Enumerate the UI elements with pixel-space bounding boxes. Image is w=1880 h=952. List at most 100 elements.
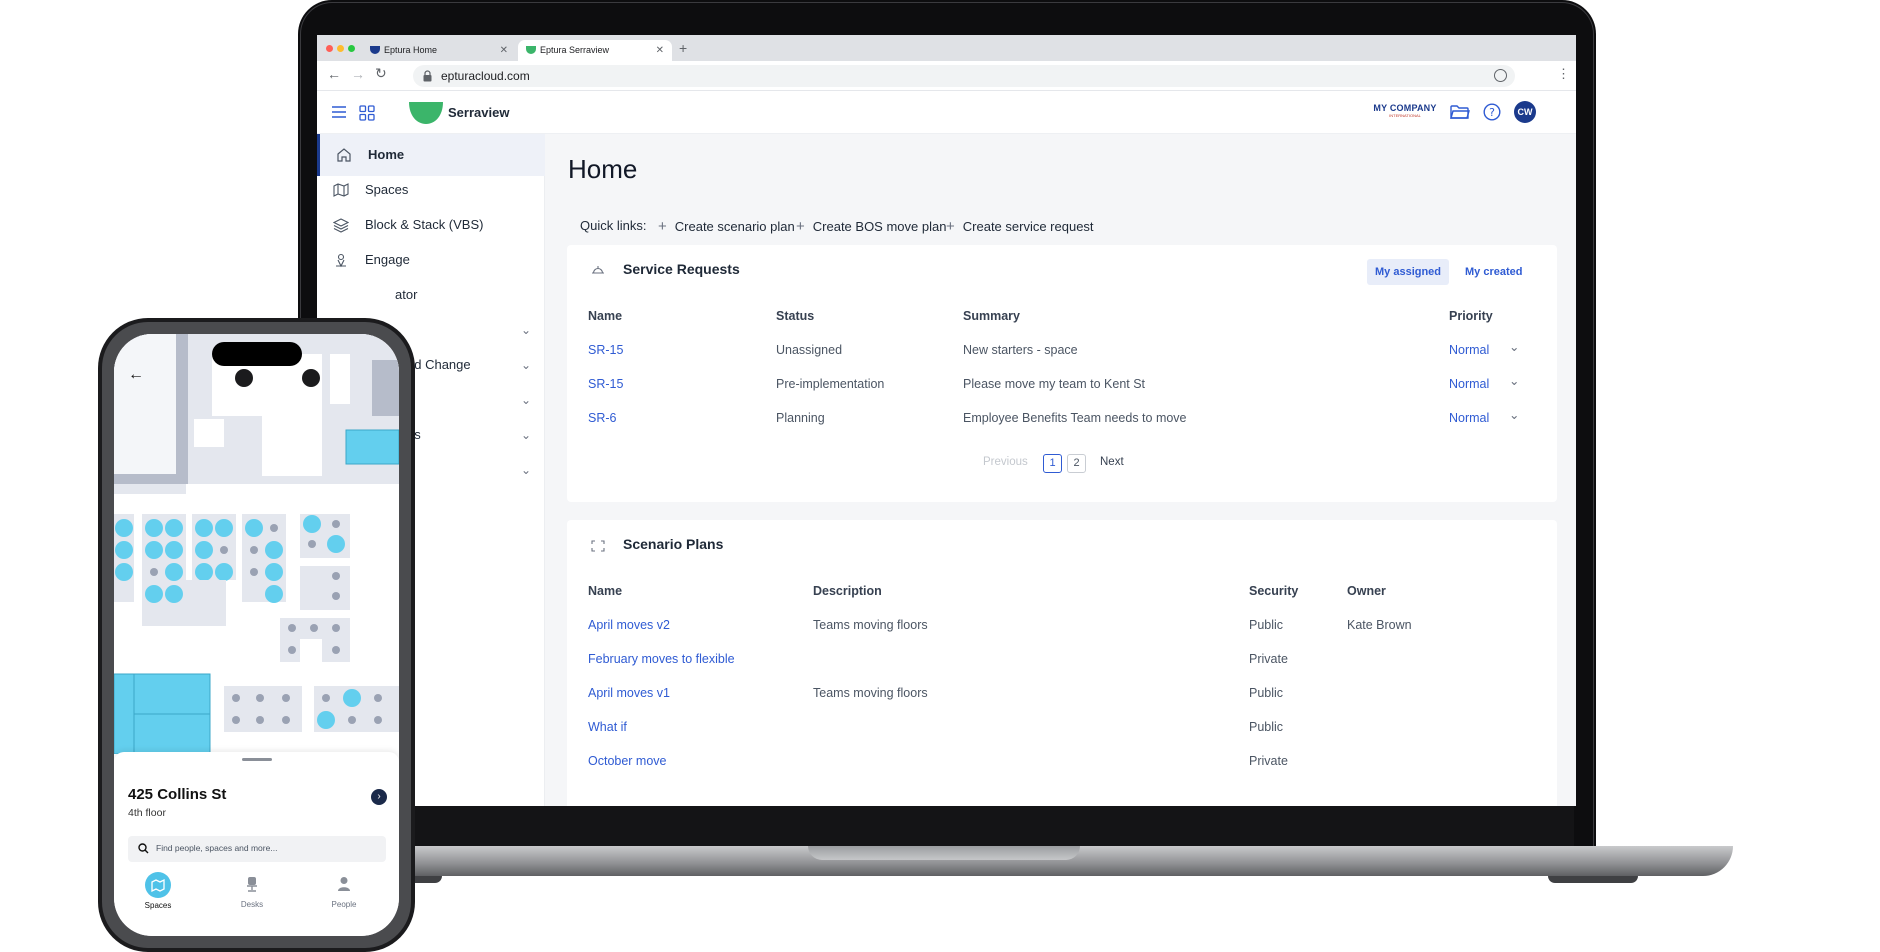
browser-tab-eptura-home[interactable]: Eptura Home ✕	[362, 40, 516, 61]
search-placeholder: Find people, spaces and more...	[156, 843, 278, 853]
scenario-plans-card: Scenario Plans Name Description Security…	[567, 520, 1557, 806]
map-icon	[333, 183, 349, 197]
browser-menu-icon[interactable]: ⋮	[1557, 66, 1570, 82]
scenario-owner: Kate Brown	[1347, 618, 1412, 632]
profile-circle-icon[interactable]	[1494, 69, 1507, 82]
scenario-security: Public	[1249, 720, 1284, 734]
chevron-down-icon[interactable]: ⌄	[1509, 373, 1519, 388]
svg-text:?: ?	[1489, 106, 1495, 119]
request-summary: New starters - space	[963, 343, 1078, 357]
back-arrow-icon[interactable]: ←	[327, 66, 341, 82]
new-tab-icon[interactable]: +	[679, 40, 687, 56]
url-text: epturacloud.com	[441, 69, 530, 83]
quick-link-create-service-request[interactable]: + Create service request	[946, 218, 1094, 235]
phone-screen: ← 425 Collins St 4th floor › Find people…	[114, 334, 399, 936]
nav-desks[interactable]: Desks	[226, 876, 278, 916]
amenity-marker-icon	[235, 369, 253, 387]
layers-icon	[333, 218, 349, 233]
company-logo: MY COMPANY INTERNATIONAL	[1373, 103, 1437, 118]
service-bell-icon	[592, 266, 604, 274]
help-icon[interactable]: ?	[1483, 103, 1501, 121]
browser-address-bar: ← → ↻ epturacloud.com ⋮	[317, 61, 1576, 91]
reload-icon[interactable]: ↻	[375, 65, 387, 82]
laptop-notch	[808, 846, 1080, 860]
laptop-foot	[1548, 876, 1638, 883]
priority-select[interactable]: Normal	[1449, 411, 1489, 425]
dynamic-island	[212, 342, 302, 366]
column-header: Status	[776, 309, 815, 323]
user-avatar[interactable]: CW	[1514, 101, 1536, 123]
scenario-link[interactable]: February moves to flexible	[588, 652, 735, 666]
tab-label: Eptura Serraview	[540, 45, 610, 55]
close-tab-icon[interactable]: ✕	[656, 40, 664, 61]
hamburger-menu-icon[interactable]	[331, 105, 347, 119]
expand-frame-icon	[591, 540, 605, 552]
serraview-favicon	[526, 46, 536, 54]
eptura-favicon	[370, 46, 380, 54]
pagination-next[interactable]: Next	[1100, 456, 1124, 468]
close-tab-icon[interactable]: ✕	[500, 40, 508, 61]
request-summary: Please move my team to Kent St	[963, 377, 1146, 391]
filter-my-created[interactable]: My created	[1457, 259, 1530, 285]
scenario-security: Public	[1249, 686, 1284, 700]
scenario-security: Public	[1249, 618, 1284, 632]
scenario-description: Teams moving floors	[813, 686, 928, 700]
quick-link-create-scenario[interactable]: + Create scenario plan	[658, 218, 795, 235]
desk-chair-icon	[247, 877, 257, 892]
maximize-window-dot[interactable]	[348, 45, 355, 52]
lock-icon	[423, 70, 432, 82]
pagination-page[interactable]: 1	[1043, 454, 1062, 473]
scenario-link[interactable]: What if	[588, 720, 627, 734]
column-header: Description	[813, 584, 882, 598]
location-title: 425 Collins St	[128, 786, 227, 803]
chevron-right-icon[interactable]: ›	[371, 789, 387, 805]
nav-people[interactable]: People	[318, 876, 370, 916]
request-link[interactable]: SR-15	[588, 343, 623, 357]
column-header: Name	[588, 309, 623, 323]
app-grid-icon[interactable]	[359, 105, 375, 121]
url-field[interactable]: epturacloud.com	[413, 65, 1515, 87]
request-link[interactable]: SR-6	[588, 411, 616, 425]
priority-select[interactable]: Normal	[1449, 377, 1489, 391]
scenario-description: Teams moving floors	[813, 618, 928, 632]
pagination-page[interactable]: 2	[1067, 454, 1086, 473]
tab-label: Eptura Home	[384, 45, 438, 55]
floor-plan-map[interactable]	[114, 334, 399, 754]
card-title: Service Requests	[623, 261, 740, 277]
request-status: Pre-implementation	[776, 377, 885, 391]
priority-select[interactable]: Normal	[1449, 343, 1489, 357]
home-icon	[337, 148, 351, 162]
search-icon	[138, 843, 149, 854]
browser-tab-bar: Eptura Home ✕ Eptura Serraview ✕ +	[317, 35, 1576, 61]
scenario-link[interactable]: October move	[588, 754, 667, 768]
scenario-link[interactable]: April moves v1	[588, 686, 670, 700]
app-header: Serraview MY COMPANY INTERNATIONAL ? CW	[317, 91, 1576, 134]
chevron-down-icon[interactable]: ⌄	[1509, 407, 1519, 422]
chevron-down-icon[interactable]: ⌄	[1509, 339, 1519, 354]
main-content: Home Quick links: + Create scenario plan …	[546, 134, 1576, 806]
page-title: Home	[568, 154, 638, 184]
folder-icon[interactable]	[1450, 104, 1470, 120]
card-title: Scenario Plans	[623, 536, 724, 552]
nav-spaces[interactable]: Spaces	[132, 872, 184, 916]
location-sheet: 425 Collins St 4th floor › Find people, …	[114, 752, 399, 936]
scenario-link[interactable]: April moves v2	[588, 618, 670, 632]
service-requests-card: Service Requests My assigned My created …	[567, 245, 1557, 502]
plus-icon: +	[796, 218, 805, 235]
back-arrow-icon[interactable]: ←	[128, 366, 144, 384]
minimize-window-dot[interactable]	[337, 45, 344, 52]
quick-link-create-bos-move[interactable]: + Create BOS move plan	[796, 218, 946, 235]
sheet-handle[interactable]	[242, 758, 272, 761]
column-header: Security	[1249, 584, 1299, 598]
pagination-previous[interactable]: Previous	[983, 456, 1028, 468]
request-link[interactable]: SR-15	[588, 377, 623, 391]
filter-my-assigned[interactable]: My assigned	[1367, 259, 1450, 285]
browser-tab-serraview[interactable]: Eptura Serraview ✕	[518, 40, 672, 61]
request-summary: Employee Benefits Team needs to move	[963, 411, 1187, 425]
plus-icon: +	[658, 218, 667, 235]
search-input[interactable]: Find people, spaces and more...	[128, 836, 386, 862]
chevron-down-icon: ⌄	[520, 463, 531, 477]
brand-name: Serraview	[448, 105, 510, 120]
close-window-dot[interactable]	[326, 45, 333, 52]
forward-arrow-icon[interactable]: →	[351, 66, 365, 82]
